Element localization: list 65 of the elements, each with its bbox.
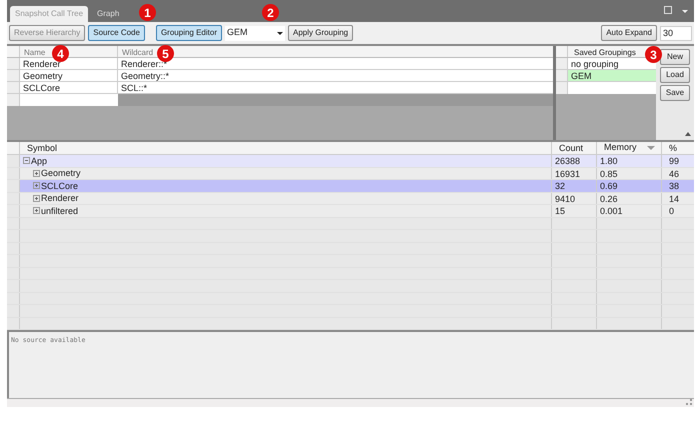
- saved-grouping-item[interactable]: no grouping: [568, 58, 656, 69]
- count-cell: 32: [551, 180, 596, 192]
- tree-row[interactable]: SCLCore 32 0.69 38: [7, 180, 694, 192]
- row-header[interactable]: [556, 70, 568, 81]
- dropdown-arrow-icon: [276, 32, 283, 34]
- row-header[interactable]: [7, 205, 20, 216]
- column-header: Saved Groupings: [574, 48, 636, 57]
- percent-cell: 99: [661, 155, 694, 166]
- tree-row[interactable]: Geometry 16931 0.85 46: [7, 168, 694, 180]
- row-header[interactable]: [556, 82, 568, 94]
- row-header[interactable]: [7, 70, 20, 81]
- resize-grip-icon[interactable]: [686, 399, 692, 405]
- count-cell: 26388: [551, 155, 596, 166]
- count-cell: 15: [551, 205, 596, 216]
- table-cell-text: Geometry::*: [120, 70, 170, 81]
- percent-cell: 46: [661, 168, 694, 179]
- auto-expand-button[interactable]: Auto Expand: [601, 25, 657, 41]
- saved-grouping-button[interactable]: Load: [660, 67, 690, 83]
- saved-grouping-button[interactable]: Save: [660, 85, 690, 101]
- apply-grouping-button[interactable]: Apply Grouping: [288, 25, 354, 41]
- column-header: Wildcard: [122, 48, 154, 57]
- memory-cell: 0.001: [596, 205, 661, 216]
- sort-icon[interactable]: [647, 146, 655, 150]
- tree-row[interactable]: unfiltered 15 0.001 0: [7, 205, 694, 218]
- symbol-cell: Geometry: [41, 167, 81, 180]
- source-code-button[interactable]: Source Code: [88, 25, 145, 41]
- saved-grouping-button[interactable]: New: [660, 49, 690, 65]
- percent-cell: 14: [661, 192, 694, 204]
- column-header: Count: [551, 142, 596, 154]
- table-cell-text: SCL::*: [120, 82, 148, 93]
- auto-expand-field[interactable]: 30: [660, 26, 692, 40]
- row-header[interactable]: [7, 94, 20, 106]
- table-cell: SCLCore: [20, 82, 118, 93]
- count-cell: 9410: [551, 192, 596, 204]
- window-icon[interactable]: [664, 6, 672, 14]
- symbol-cell: App: [31, 154, 48, 167]
- row-header[interactable]: [7, 192, 20, 204]
- dropdown-icon[interactable]: [682, 10, 688, 13]
- column-header: Symbol: [26, 142, 58, 154]
- column-header: Memory: [604, 141, 637, 154]
- percent-cell: 38: [661, 180, 694, 192]
- row-header[interactable]: [7, 180, 20, 192]
- tree-row[interactable]: Renderer 9410 0.26 14: [7, 192, 694, 205]
- symbol-cell: unfiltered: [41, 204, 78, 217]
- table-cell: Geometry: [20, 70, 118, 81]
- tab[interactable]: Graph: [92, 6, 124, 22]
- grouping-select[interactable]: GEM: [224, 26, 285, 40]
- memory-cell: 0.69: [596, 180, 661, 192]
- column-header: %: [661, 142, 694, 154]
- percent-cell: 0: [661, 205, 694, 216]
- tree-row[interactable]: App 26388 1.80 99: [7, 155, 694, 168]
- memory-cell: 0.26: [596, 192, 661, 204]
- row-header[interactable]: [7, 58, 20, 69]
- saved-grouping-item[interactable]: GEM: [568, 70, 656, 81]
- symbol-cell: SCLCore: [41, 180, 78, 192]
- memory-cell: 1.80: [596, 155, 661, 166]
- memory-cell: 0.85: [596, 168, 661, 179]
- symbol-cell: Renderer: [41, 192, 79, 204]
- column-header: Name: [24, 48, 46, 57]
- count-cell: 16931: [551, 168, 596, 179]
- collapse-icon[interactable]: [23, 157, 30, 164]
- row-header[interactable]: [7, 82, 20, 93]
- scroll-up-icon[interactable]: [685, 132, 691, 136]
- grouping-editor-button[interactable]: Grouping Editor: [156, 25, 222, 41]
- row-header[interactable]: [556, 58, 568, 69]
